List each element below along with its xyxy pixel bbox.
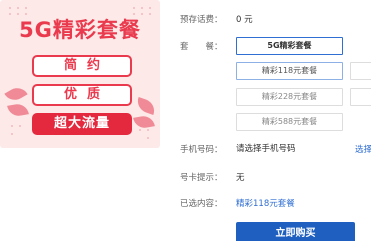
package-option-118[interactable]: 精彩118元套餐 [236, 62, 343, 80]
selected-value: 精彩118元套餐 [236, 199, 295, 209]
package-option-588[interactable]: 精彩588元套餐 [236, 113, 343, 131]
prestored-label: 预存话费： [180, 15, 223, 25]
package-option-unlabeled[interactable] [350, 62, 371, 80]
package-option-unlabeled[interactable] [350, 88, 371, 106]
promo-banner: 5G精彩套餐 简约 优质 超大流量 [0, 0, 160, 148]
package-label: 套 餐： [180, 42, 223, 52]
buy-now-button[interactable]: 立即购买 [236, 222, 355, 241]
promo-title: 5G精彩套餐 [19, 18, 141, 42]
card-tip-value: 无 [236, 173, 245, 183]
prestored-value: 0 元 [236, 15, 253, 25]
phone-label: 手机号码： [180, 145, 223, 155]
package-option-228[interactable]: 精彩228元套餐 [236, 88, 343, 106]
card-tip-label: 号卡提示： [180, 173, 223, 183]
promo-tag-big-data: 超大流量 [32, 113, 132, 135]
package-option-5g[interactable]: 5G精彩套餐 [236, 37, 343, 55]
selected-label: 已选内容： [180, 199, 223, 209]
promo-tag-quality: 优质 [32, 84, 132, 106]
promo-tag-simple: 简约 [32, 55, 132, 77]
phone-select-link[interactable]: 选择 [355, 143, 371, 155]
phone-number-select[interactable]: 请选择手机号码 [236, 142, 356, 157]
